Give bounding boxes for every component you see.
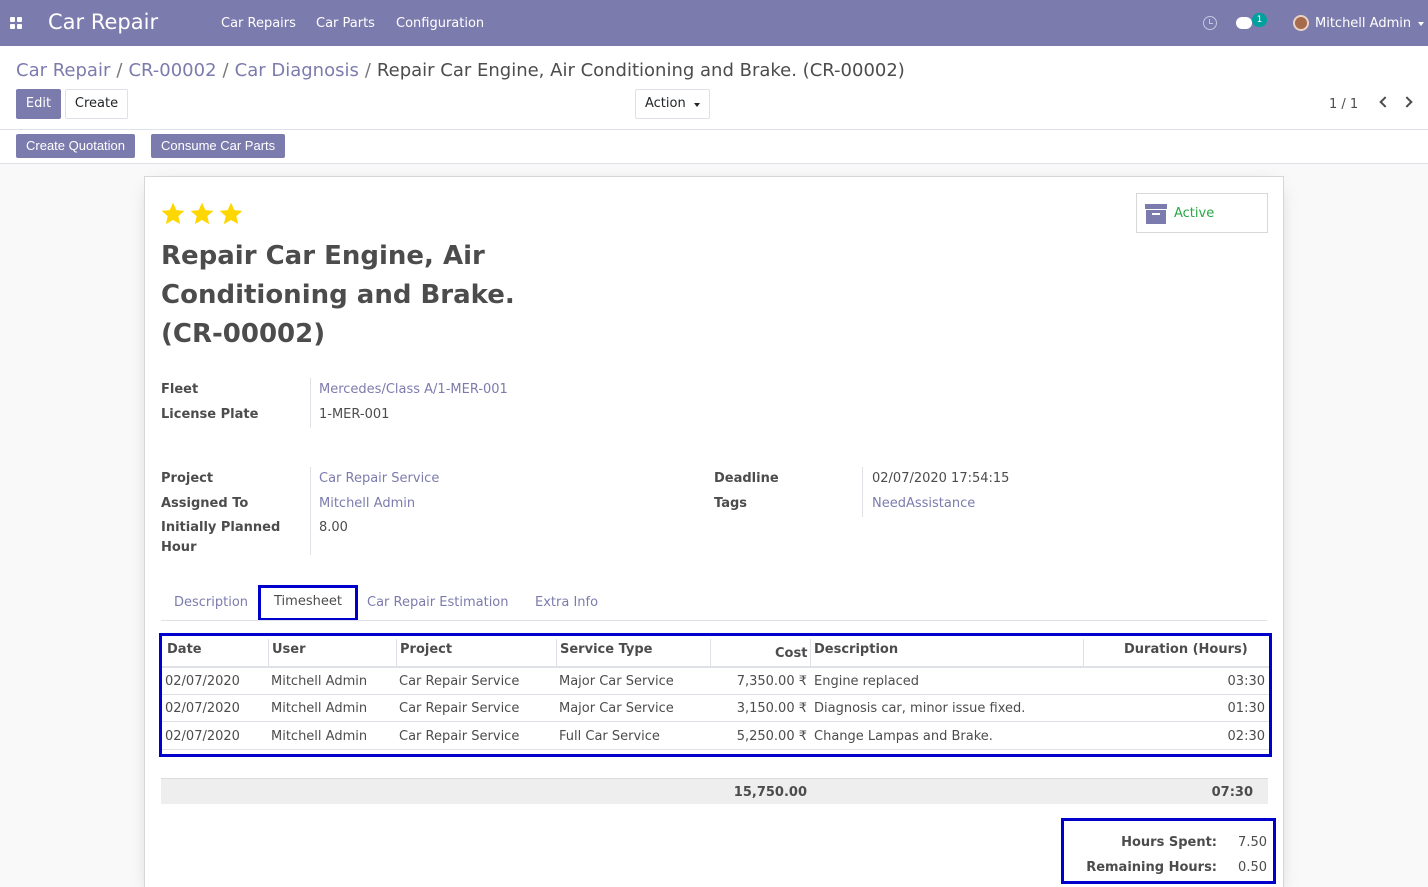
assigned-to-field[interactable]: Mitchell Admin bbox=[319, 494, 415, 514]
total-duration: 07:30 bbox=[1211, 785, 1253, 800]
planned-hours-label: Initially Planned Hour bbox=[161, 520, 281, 555]
field-separator bbox=[310, 378, 311, 428]
column-header-date[interactable]: Date bbox=[163, 639, 206, 667]
chat-badge: 1 bbox=[1252, 13, 1267, 27]
remaining-hours-value: 0.50 bbox=[1238, 860, 1267, 875]
cell-project: Car Repair Service bbox=[399, 701, 520, 716]
row-divider bbox=[162, 749, 1269, 750]
breadcrumb: Car Repair / CR-00002/Car Diagnosis / Repair… bbox=[16, 60, 905, 81]
deadline-label: Deadline bbox=[714, 471, 779, 486]
cell-date: 02/07/2020 bbox=[165, 701, 240, 716]
menu-car-parts[interactable]: Car Parts bbox=[316, 16, 375, 31]
activity-clock-icon[interactable] bbox=[1203, 16, 1217, 30]
cell-cost: 3,150.00 ₹ bbox=[736, 701, 807, 716]
priority-star-icon[interactable] bbox=[160, 201, 186, 227]
tab-timesheet[interactable]: Timesheet bbox=[258, 585, 358, 621]
project-field[interactable]: Car Repair Service bbox=[319, 469, 439, 489]
license-plate-label: License Plate bbox=[161, 407, 259, 422]
breadcrumb-cr-00002[interactable]: CR-00002 bbox=[128, 60, 216, 81]
table-footer-totals: 15,750.00 07:30 bbox=[161, 778, 1268, 804]
fleet-field[interactable]: Mercedes/Class A/1-MER-001 bbox=[319, 380, 508, 400]
breadcrumb-car-diagnosis[interactable]: Car Diagnosis bbox=[235, 60, 359, 81]
field-separator bbox=[862, 467, 863, 517]
cell-user: Mitchell Admin bbox=[271, 729, 368, 744]
deadline-field: 02/07/2020 17:54:15 bbox=[872, 471, 1010, 486]
breadcrumb-car-repair[interactable]: Car Repair bbox=[16, 60, 110, 81]
action-dropdown[interactable]: Action bbox=[635, 89, 710, 119]
cell-project: Car Repair Service bbox=[399, 729, 520, 744]
cell-description: Diagnosis car, minor issue fixed. bbox=[814, 701, 1026, 716]
column-separator bbox=[710, 639, 711, 667]
chat-icon[interactable] bbox=[1236, 17, 1252, 29]
caret-down-icon bbox=[1418, 22, 1424, 26]
menu-configuration[interactable]: Configuration bbox=[396, 16, 484, 31]
form-sheet: Active Repair Car Engine, Air Conditioni… bbox=[144, 176, 1284, 887]
avatar[interactable] bbox=[1293, 15, 1309, 31]
cell-user: Mitchell Admin bbox=[271, 701, 368, 716]
cell-user: Mitchell Admin bbox=[271, 674, 368, 689]
action-label: Action bbox=[645, 96, 686, 111]
pager-value[interactable]: 1 / 1 bbox=[1329, 97, 1358, 112]
cell-date: 02/07/2020 bbox=[165, 729, 240, 744]
control-panel: Car Repair / CR-00002/Car Diagnosis / Repair… bbox=[0, 46, 1428, 164]
column-separator bbox=[1083, 639, 1084, 667]
cell-duration: 02:30 bbox=[1227, 729, 1265, 744]
planned-hours-field: 8.00 bbox=[319, 520, 348, 535]
chevron-right-icon[interactable] bbox=[1401, 96, 1413, 108]
cell-duration: 03:30 bbox=[1227, 674, 1265, 689]
column-header-duration[interactable]: Duration (Hours) bbox=[1120, 639, 1252, 667]
remaining-hours-label: Remaining Hours: bbox=[1086, 860, 1217, 875]
top-navbar: Car Repair Car Repairs Car Parts Configu… bbox=[0, 0, 1428, 46]
record-title: Repair Car Engine, Air Conditioning and … bbox=[161, 241, 515, 349]
active-status-label: Active bbox=[1174, 206, 1215, 221]
column-header-service-type[interactable]: Service Type bbox=[556, 639, 657, 667]
cell-service-type: Major Car Service bbox=[559, 701, 674, 716]
cell-duration: 01:30 bbox=[1227, 701, 1265, 716]
column-header-project[interactable]: Project bbox=[396, 639, 456, 667]
column-header-description[interactable]: Description bbox=[810, 639, 902, 667]
consume-car-parts-button[interactable]: Consume Car Parts bbox=[151, 134, 286, 158]
edit-button[interactable]: Edit bbox=[16, 89, 61, 119]
breadcrumb-current: Repair Car Engine, Air Conditioning and … bbox=[376, 60, 905, 81]
assigned-to-label: Assigned To bbox=[161, 496, 249, 511]
cell-service-type: Full Car Service bbox=[559, 729, 660, 744]
menu-car-repairs[interactable]: Car Repairs bbox=[221, 16, 296, 31]
cell-service-type: Major Car Service bbox=[559, 674, 674, 689]
priority-star-icon[interactable] bbox=[218, 201, 244, 227]
tab-car-repair-estimation[interactable]: Car Repair Estimation bbox=[354, 586, 522, 620]
tabs-divider bbox=[161, 620, 1267, 621]
cell-description: Change Lampas and Brake. bbox=[814, 729, 993, 744]
tab-description[interactable]: Description bbox=[161, 586, 261, 620]
fleet-label: Fleet bbox=[161, 382, 199, 397]
tab-extra-info[interactable]: Extra Info bbox=[522, 586, 611, 620]
project-label: Project bbox=[161, 471, 214, 486]
create-button[interactable]: Create bbox=[65, 89, 128, 119]
hours-spent-label: Hours Spent: bbox=[1121, 835, 1217, 850]
caret-down-icon bbox=[694, 103, 700, 107]
license-plate-field: 1-MER-001 bbox=[319, 407, 390, 422]
user-menu[interactable]: Mitchell Admin bbox=[1315, 16, 1411, 31]
create-quotation-button[interactable]: Create Quotation bbox=[16, 134, 136, 158]
tags-field[interactable]: NeedAssistance bbox=[872, 494, 975, 514]
cell-cost: 7,350.00 ₹ bbox=[736, 674, 807, 689]
cell-description: Engine replaced bbox=[814, 674, 919, 689]
archive-icon bbox=[1145, 204, 1167, 224]
hours-spent-value: 7.50 bbox=[1238, 835, 1267, 850]
priority-star-icon[interactable] bbox=[189, 201, 215, 227]
active-toggle-button[interactable]: Active bbox=[1136, 193, 1268, 233]
cell-project: Car Repair Service bbox=[399, 674, 520, 689]
total-cost: 15,750.00 bbox=[733, 785, 807, 800]
app-brand[interactable]: Car Repair bbox=[48, 10, 158, 34]
apps-menu-icon[interactable] bbox=[10, 17, 22, 29]
cell-date: 02/07/2020 bbox=[165, 674, 240, 689]
tags-label: Tags bbox=[714, 496, 748, 511]
column-header-user[interactable]: User bbox=[268, 639, 310, 667]
divider bbox=[0, 129, 1428, 130]
chevron-left-icon[interactable] bbox=[1379, 96, 1391, 108]
field-separator bbox=[310, 467, 311, 555]
cell-cost: 5,250.00 ₹ bbox=[736, 729, 807, 744]
